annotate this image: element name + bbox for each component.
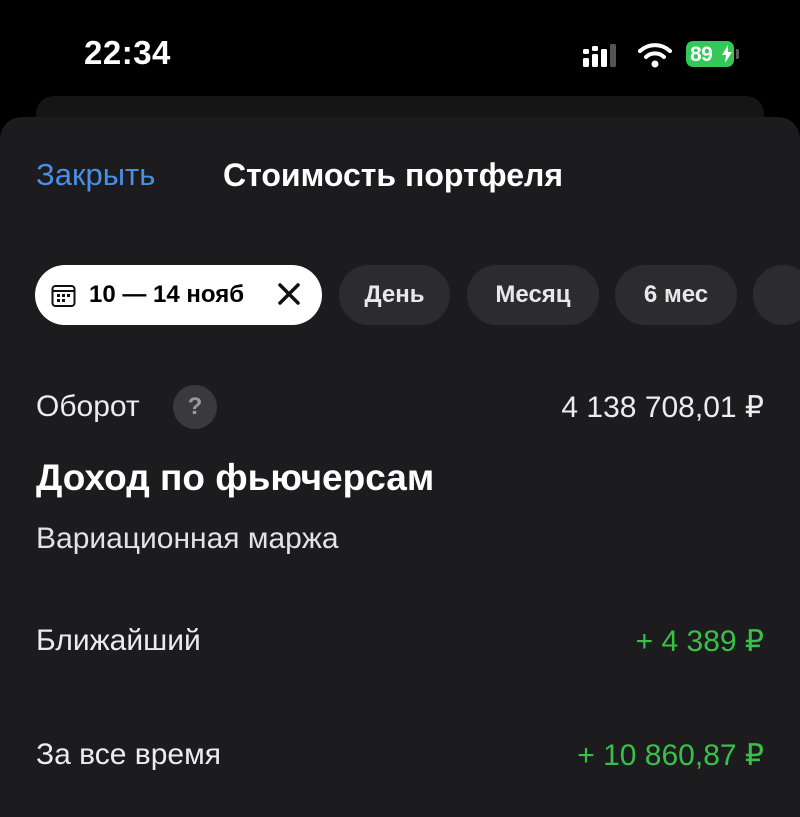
period-chip-day[interactable]: День (339, 265, 450, 325)
battery-indicator: 89 (686, 41, 739, 67)
period-chip-custom-range[interactable]: 10 — 14 нояб (35, 265, 322, 325)
all-time-label: За все время (36, 738, 221, 771)
period-chip-6-months[interactable]: 6 мес (615, 265, 737, 325)
status-bar: 22:34 89 (0, 0, 800, 100)
status-time: 22:34 (84, 34, 171, 71)
charging-bolt-icon (722, 45, 732, 63)
all-time-value: + 10 860,87 ₽ (577, 739, 764, 772)
calendar-icon (51, 284, 76, 307)
period-chip-month[interactable]: Месяц (467, 265, 599, 325)
close-button[interactable]: Закрыть (36, 157, 155, 193)
turnover-value: 4 138 708,01 ₽ (561, 391, 764, 424)
variation-margin-subtitle: Вариационная маржа (36, 522, 339, 555)
nearest-value: + 4 389 ₽ (635, 625, 764, 658)
help-button[interactable]: ? (173, 385, 217, 429)
futures-income-title: Доход по фьючерсам (36, 457, 435, 498)
period-chip-label: 10 — 14 нояб (89, 281, 245, 308)
wifi-icon (638, 43, 672, 68)
close-icon[interactable] (274, 279, 304, 309)
battery-level: 89 (690, 43, 713, 66)
sheet-title: Стоимость портфеля (223, 157, 564, 193)
nearest-label: Ближайший (36, 624, 201, 657)
cellular-signal-icon (583, 44, 616, 67)
turnover-label: Оборот (36, 390, 140, 423)
